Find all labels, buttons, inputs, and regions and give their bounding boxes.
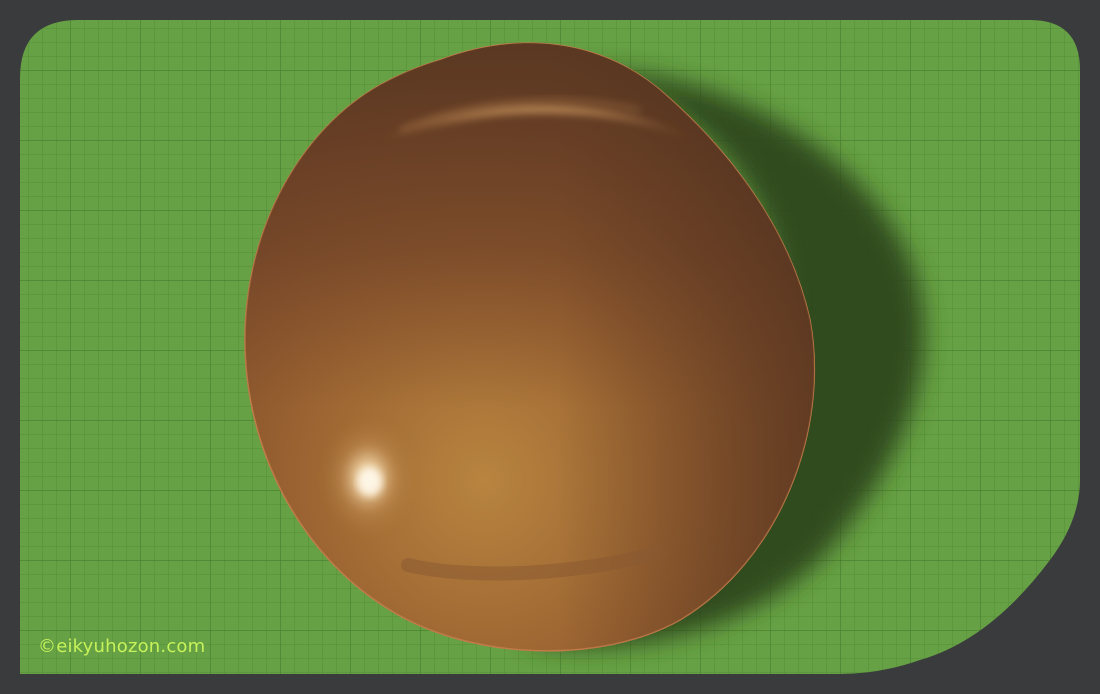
chestnut-artwork	[20, 20, 1080, 674]
copyright-credit: ©eikyuhozon.com	[38, 636, 206, 657]
illustration-canvas: ©eikyuhozon.com	[0, 0, 1100, 694]
